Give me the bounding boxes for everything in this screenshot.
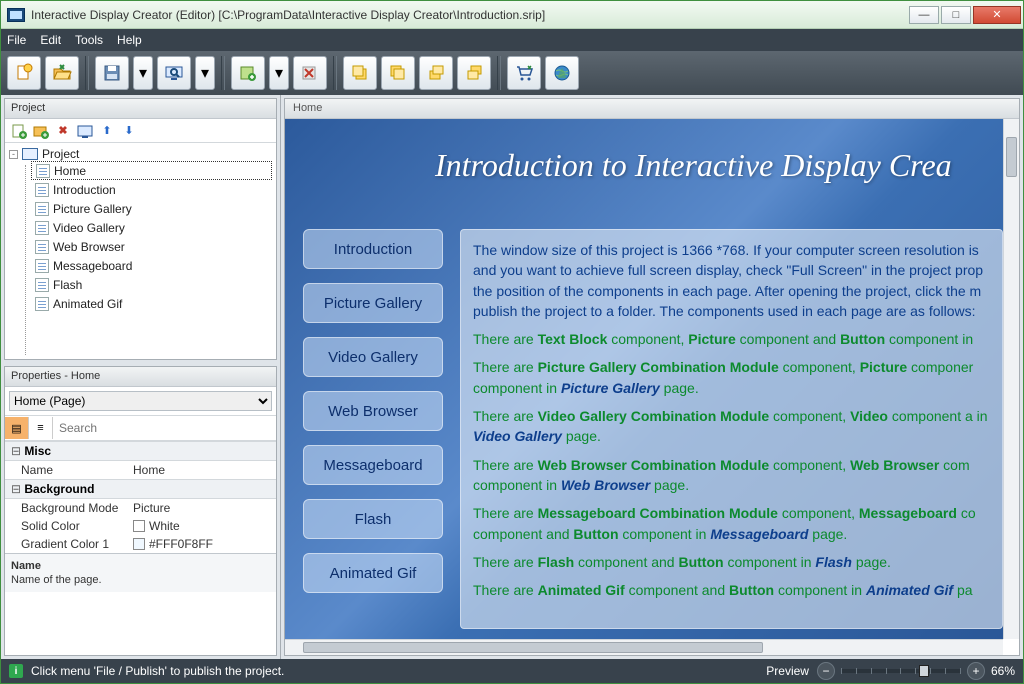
- page-title: Introduction to Interactive Display Crea: [435, 147, 1003, 184]
- nav-introduction[interactable]: Introduction: [303, 229, 443, 269]
- project-icon: [22, 148, 38, 160]
- tree-page-video-gallery[interactable]: Video Gallery: [31, 218, 272, 237]
- save-dropdown[interactable]: ▾: [133, 56, 153, 90]
- prop-solid-color[interactable]: Solid Color White: [5, 517, 276, 535]
- project-tree[interactable]: - Project HomeIntroductionPicture Galler…: [5, 143, 276, 359]
- zoom-slider[interactable]: [841, 669, 961, 673]
- layer-1-button[interactable]: [343, 56, 377, 90]
- tree-page-label: Home: [54, 164, 86, 178]
- cart-button[interactable]: [507, 56, 541, 90]
- breadcrumb: Home: [285, 99, 1019, 119]
- minimize-button[interactable]: —: [909, 6, 939, 24]
- prop-bg-mode[interactable]: Background Mode Picture: [5, 499, 276, 517]
- page-icon: [35, 240, 49, 254]
- property-description: Name Name of the page.: [5, 553, 276, 592]
- intro-text: The window size of this project is 1366 …: [473, 240, 990, 321]
- nav-video-gallery[interactable]: Video Gallery: [303, 337, 443, 377]
- preview-dropdown[interactable]: ▾: [195, 56, 215, 90]
- project-panel-header: Project: [5, 99, 276, 119]
- move-down-icon[interactable]: ⬇: [121, 123, 137, 139]
- move-up-icon[interactable]: ⬆: [99, 123, 115, 139]
- add-page-icon[interactable]: [11, 123, 27, 139]
- properties-search-input[interactable]: [53, 418, 276, 438]
- add-page-dropdown[interactable]: ▾: [269, 56, 289, 90]
- menu-file[interactable]: File: [7, 33, 26, 47]
- maximize-button[interactable]: □: [941, 6, 971, 24]
- nav-flash[interactable]: Flash: [303, 499, 443, 539]
- info-icon: i: [9, 664, 23, 678]
- object-selector[interactable]: Home (Page): [9, 391, 272, 411]
- app-icon: [7, 8, 25, 22]
- zoom-value: 66%: [991, 664, 1015, 678]
- tree-page-label: Animated Gif: [53, 297, 122, 311]
- zoom-in-button[interactable]: +: [967, 662, 985, 680]
- group-background[interactable]: Background: [5, 479, 276, 499]
- page-icon: [35, 221, 49, 235]
- tree-page-label: Picture Gallery: [53, 202, 132, 216]
- menu-help[interactable]: Help: [117, 33, 142, 47]
- design-canvas[interactable]: Introduction to Interactive Display Crea…: [285, 119, 1003, 639]
- group-misc[interactable]: Misc: [5, 441, 276, 461]
- menu-tools[interactable]: Tools: [75, 33, 103, 47]
- status-bar: i Click menu 'File / Publish' to publish…: [1, 659, 1023, 683]
- tree-page-label: Messageboard: [53, 259, 132, 273]
- tree-page-home[interactable]: Home: [31, 161, 272, 180]
- rename-icon[interactable]: [77, 123, 93, 139]
- nav-animated-gif[interactable]: Animated Gif: [303, 553, 443, 593]
- tree-page-messageboard[interactable]: Messageboard: [31, 256, 272, 275]
- properties-header: Properties - Home: [5, 367, 276, 387]
- main-toolbar: ▾ ▾ ▾: [1, 51, 1023, 95]
- project-toolbar: ✖ ⬆ ⬇: [5, 119, 276, 143]
- add-folder-icon[interactable]: [33, 123, 49, 139]
- close-button[interactable]: ✕: [973, 6, 1021, 24]
- tree-page-animated-gif[interactable]: Animated Gif: [31, 294, 272, 313]
- layer-2-button[interactable]: [381, 56, 415, 90]
- layer-4-button[interactable]: [457, 56, 491, 90]
- page-icon: [35, 202, 49, 216]
- delete-page-button[interactable]: [293, 56, 327, 90]
- tree-page-picture-gallery[interactable]: Picture Gallery: [31, 199, 272, 218]
- preview-button[interactable]: [157, 56, 191, 90]
- globe-button[interactable]: [545, 56, 579, 90]
- tree-page-flash[interactable]: Flash: [31, 275, 272, 294]
- page-icon: [35, 183, 49, 197]
- tree-page-label: Web Browser: [53, 240, 125, 254]
- menubar: File Edit Tools Help: [1, 29, 1023, 51]
- tree-page-introduction[interactable]: Introduction: [31, 180, 272, 199]
- titlebar: Interactive Display Creator (Editor) [C:…: [1, 1, 1023, 29]
- page-icon: [35, 259, 49, 273]
- swatch-white: [133, 520, 145, 532]
- window-title: Interactive Display Creator (Editor) [C:…: [31, 8, 545, 22]
- nav-picture-gallery[interactable]: Picture Gallery: [303, 283, 443, 323]
- nav-web-browser[interactable]: Web Browser: [303, 391, 443, 431]
- categorized-view-button[interactable]: ▤: [5, 417, 29, 439]
- alphabetical-view-button[interactable]: ≡: [29, 417, 53, 439]
- horizontal-scrollbar[interactable]: [285, 639, 1003, 655]
- delete-icon[interactable]: ✖: [55, 123, 71, 139]
- tree-page-label: Flash: [53, 278, 82, 292]
- project-root-label: Project: [42, 147, 79, 161]
- content-panel: The window size of this project is 1366 …: [460, 229, 1003, 629]
- menu-edit[interactable]: Edit: [40, 33, 61, 47]
- open-button[interactable]: [45, 56, 79, 90]
- page-icon: [35, 278, 49, 292]
- save-button[interactable]: [95, 56, 129, 90]
- new-button[interactable]: [7, 56, 41, 90]
- zoom-out-button[interactable]: −: [817, 662, 835, 680]
- layer-3-button[interactable]: [419, 56, 453, 90]
- vertical-scrollbar[interactable]: [1003, 119, 1019, 639]
- page-icon: [35, 297, 49, 311]
- tree-page-label: Video Gallery: [53, 221, 125, 235]
- nav-messageboard[interactable]: Messageboard: [303, 445, 443, 485]
- swatch-aliceblue: [133, 538, 145, 550]
- tree-page-label: Introduction: [53, 183, 116, 197]
- status-tip: Click menu 'File / Publish' to publish t…: [31, 664, 284, 678]
- prop-name[interactable]: Name Home: [5, 461, 276, 479]
- prop-grad-color-1[interactable]: Gradient Color 1 #FFF0F8FF: [5, 535, 276, 553]
- properties-panel: Properties - Home Home (Page) ▤ ≡ Misc N…: [4, 366, 277, 656]
- add-page-button[interactable]: [231, 56, 265, 90]
- tree-page-web-browser[interactable]: Web Browser: [31, 237, 272, 256]
- preview-label: Preview: [766, 664, 809, 678]
- page-icon: [36, 164, 50, 178]
